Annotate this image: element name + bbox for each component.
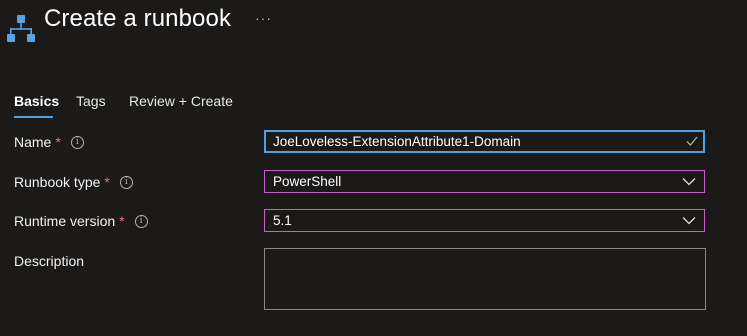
required-indicator: *: [55, 134, 61, 150]
info-icon[interactable]: i: [119, 175, 133, 189]
tab-review-create[interactable]: Review + Create: [129, 93, 233, 109]
page-header: Create a runbook ···: [0, 0, 747, 46]
description-textarea[interactable]: [264, 248, 706, 310]
runtime-version-label: Runtime version * i: [14, 213, 148, 229]
info-icon[interactable]: i: [134, 214, 148, 228]
name-label-text: Name: [14, 134, 52, 150]
chevron-down-icon: [682, 178, 696, 186]
runtime-version-value: 5.1: [273, 213, 292, 228]
active-tab-indicator: [14, 116, 53, 118]
required-indicator: *: [104, 174, 110, 190]
page-title: Create a runbook: [44, 5, 232, 32]
description-row: Description: [14, 248, 747, 312]
description-label-text: Description: [14, 253, 85, 269]
create-runbook-page: Create a runbook ··· Basics Tags Review …: [0, 0, 747, 336]
name-input-value: JoeLoveless-ExtensionAttribute1-Domain: [273, 134, 521, 149]
chevron-down-icon: [682, 217, 696, 225]
runbook-type-value: PowerShell: [273, 174, 342, 189]
runtime-version-select[interactable]: 5.1: [264, 209, 705, 232]
runbook-hierarchy-icon: [7, 15, 35, 42]
runtime-version-row: Runtime version * i 5.1: [14, 209, 747, 234]
description-label: Description: [14, 253, 84, 269]
tab-basics[interactable]: Basics: [14, 93, 59, 109]
runbook-type-row: Runbook type * i PowerShell: [14, 170, 747, 195]
more-options-button[interactable]: ···: [255, 10, 272, 26]
required-indicator: *: [119, 213, 125, 229]
runbook-type-label: Runbook type * i: [14, 174, 133, 190]
runbook-type-select[interactable]: PowerShell: [264, 170, 705, 193]
runbook-type-label-text: Runbook type: [14, 174, 101, 190]
tab-tags[interactable]: Tags: [76, 93, 106, 109]
name-input[interactable]: JoeLoveless-ExtensionAttribute1-Domain: [264, 130, 705, 153]
name-label: Name * i: [14, 134, 84, 150]
name-row: Name * i JoeLoveless-ExtensionAttribute1…: [14, 130, 747, 155]
runtime-version-label-text: Runtime version: [14, 213, 116, 229]
check-icon: [686, 136, 698, 146]
info-icon[interactable]: i: [70, 135, 84, 149]
